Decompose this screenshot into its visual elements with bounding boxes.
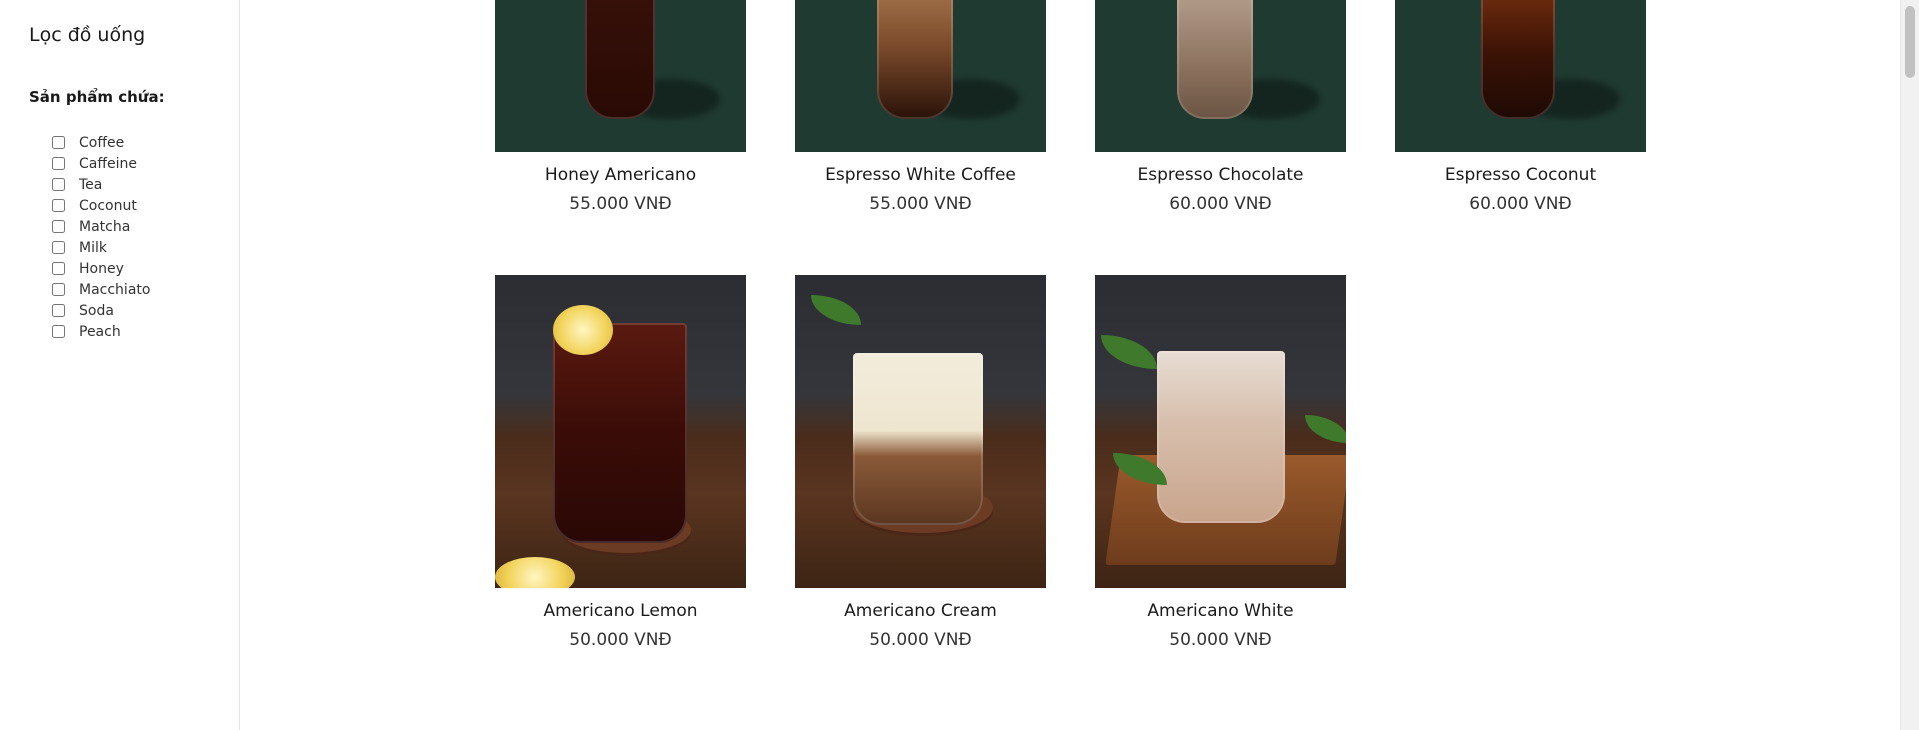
page: Lọc đồ uống Sản phẩm chứa: Coffee Caffei… [0, 0, 1919, 730]
product-card[interactable]: Espresso Chocolate 60.000 VNĐ [1095, 0, 1346, 215]
product-name[interactable]: Honey Americano [495, 164, 746, 186]
product-grid: Honey Americano 55.000 VNĐ Espresso Whit… [0, 0, 1900, 730]
product-price: 50.000 VNĐ [869, 630, 972, 650]
product-name[interactable]: Espresso White Coffee [795, 164, 1046, 186]
product-image[interactable] [795, 0, 1046, 152]
product-name[interactable]: Americano Lemon [495, 600, 746, 622]
product-image[interactable] [1395, 0, 1646, 152]
product-image[interactable] [495, 0, 746, 152]
product-image[interactable] [495, 275, 746, 588]
product-price: 60.000 VNĐ [1169, 194, 1272, 214]
product-card[interactable]: Espresso Coconut 60.000 VNĐ [1395, 0, 1646, 215]
product-image[interactable] [1095, 0, 1346, 152]
product-name[interactable]: Americano White [1095, 600, 1346, 622]
product-price: 50.000 VNĐ [1169, 630, 1272, 650]
product-name[interactable]: Espresso Coconut [1395, 164, 1646, 186]
product-image[interactable] [795, 275, 1046, 588]
product-price: 50.000 VNĐ [569, 630, 672, 650]
product-price: 55.000 VNĐ [869, 194, 972, 214]
product-card[interactable]: Honey Americano 55.000 VNĐ [495, 0, 746, 215]
vertical-scrollbar[interactable] [1900, 0, 1919, 730]
product-card[interactable]: Espresso White Coffee 55.000 VNĐ [795, 0, 1046, 215]
product-card[interactable]: Americano White 50.000 VNĐ [1095, 275, 1346, 651]
product-price: 55.000 VNĐ [569, 194, 672, 214]
product-card[interactable]: Americano Cream 50.000 VNĐ [795, 275, 1046, 651]
scrollbar-thumb[interactable] [1905, 6, 1915, 78]
product-image[interactable] [1095, 275, 1346, 588]
product-card[interactable]: Americano Lemon 50.000 VNĐ [495, 275, 746, 651]
product-name[interactable]: Americano Cream [795, 600, 1046, 622]
product-name[interactable]: Espresso Chocolate [1095, 164, 1346, 186]
product-price: 60.000 VNĐ [1469, 194, 1572, 214]
